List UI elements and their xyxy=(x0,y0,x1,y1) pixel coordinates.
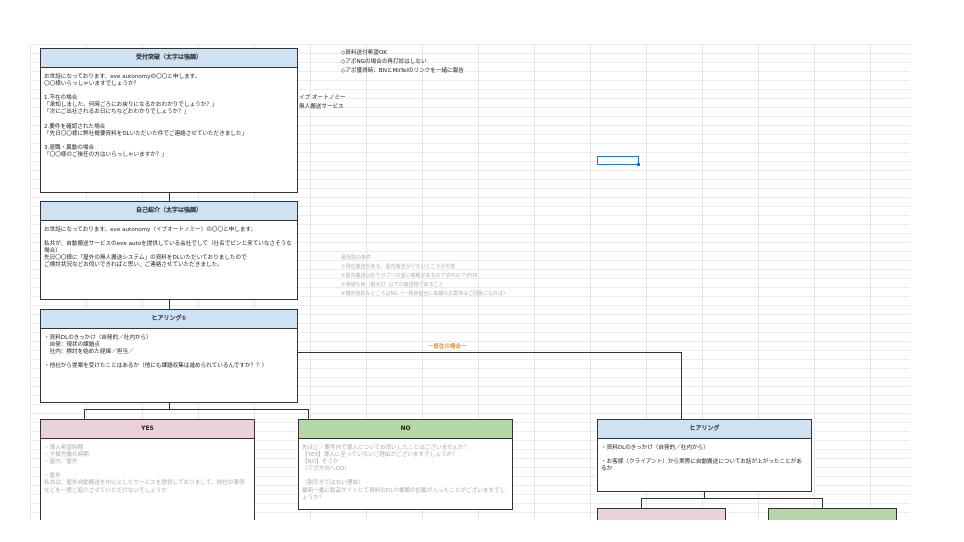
connector-line xyxy=(822,498,823,508)
connector-line xyxy=(84,409,85,419)
condition-item-2: ②屋内搬送以外でガブリの室に機種があるので許可のアポOK xyxy=(341,273,478,279)
selected-cell[interactable] xyxy=(597,156,640,166)
connector-line xyxy=(169,193,170,201)
connector-line xyxy=(641,498,642,508)
hearing1-body: ・資料DLのきっかけ（自発的／社内から） 自発：現状の課題点 社内：検討を始めた… xyxy=(44,335,268,370)
conditions-title: 最低限の条件 xyxy=(341,255,372,261)
hearing2-box[interactable]: ヒアリング ・資料DLのきっかけ（自発的／社内から） ・お客様（クライアント）か… xyxy=(597,419,812,492)
no-header: NO xyxy=(299,420,512,439)
hearing2-header: ヒアリング xyxy=(598,420,811,439)
note-line-2: ◇アポNGの場合の再打診はしない xyxy=(341,59,427,65)
hearing1-box[interactable]: ヒアリング① ・資料DLのきっかけ（自発的／社内から） 自発：現状の課題点 社内… xyxy=(40,309,298,403)
reception-body: お世話になっております、eve autonomyの〇〇と申します。 〇〇様いらっ… xyxy=(44,74,248,159)
condition-item-4: ④確定後的なところはNG（一発目担当に来期のお案件はご回答になれば） xyxy=(341,291,509,297)
note-line-1: ◇資料送付希望OK xyxy=(341,50,387,56)
condition-item-3: ③導線も良（最大2）以下の搬送物であること xyxy=(341,282,444,288)
intro-body: お世話になっております。eve autonomy（イブオートノミー）の〇〇と申し… xyxy=(44,227,292,269)
connector-line xyxy=(84,409,308,410)
yes-box[interactable]: YES ・導入希望時期 ・予算労働の時期 ・屋内／屋外 ・屋外 私共は、屋外自動… xyxy=(40,419,255,520)
connector-line xyxy=(169,300,170,309)
note-line-3: ◇アポ獲得時：BNとMiiTelのリンクを一緒に報告 xyxy=(341,68,464,74)
intro-box[interactable]: 自己紹介（太字は強調） お世話になっております。eve autonomy（イブオ… xyxy=(40,201,298,300)
connector-line xyxy=(641,498,822,499)
reception-header: 受付突破（太字は強調） xyxy=(41,49,297,68)
yes-header: YES xyxy=(41,420,254,439)
spreadsheet-grid[interactable]: ◇資料送付希望OK ◇アポNGの場合の再打診はしない ◇アポ獲得時：BNとMii… xyxy=(30,44,910,520)
hearing2-body: ・資料DLのきっかけ（自発的／社内から） ・お客様（クライアント）から実際に自動… xyxy=(601,445,802,473)
company-service: 無人搬送サービス xyxy=(299,104,344,110)
no-body: 先ほど／要件内で導入についてお伺いしたことはございませんか？ 【YES】導入に至… xyxy=(302,445,506,501)
company-name: イブ オートノミー xyxy=(299,95,346,101)
connector-line xyxy=(681,352,682,419)
reception-box[interactable]: 受付突破（太字は強調） お世話になっております、eve autonomyの〇〇と… xyxy=(40,48,298,193)
no-box[interactable]: NO 先ほど／要件内で導入についてお伺いしたことはございませんか？ 【YES】導… xyxy=(298,419,513,510)
intro-header: 自己紹介（太字は強調） xyxy=(41,202,297,221)
hearing1-header: ヒアリング① xyxy=(41,310,297,329)
condition-item-1: ①現在搬送がある、屋内搬送が少ないところが対象 xyxy=(341,264,456,270)
branch-label: 一既往の場合一 xyxy=(428,344,467,350)
connector-line xyxy=(308,409,309,419)
yes-box-2[interactable] xyxy=(597,508,726,520)
connector-line xyxy=(298,352,681,353)
no-box-2[interactable] xyxy=(768,508,897,520)
yes-body: ・導入希望時期 ・予算労働の時期 ・屋内／屋外 ・屋外 私共は、屋外自動搬送を中… xyxy=(44,445,245,494)
